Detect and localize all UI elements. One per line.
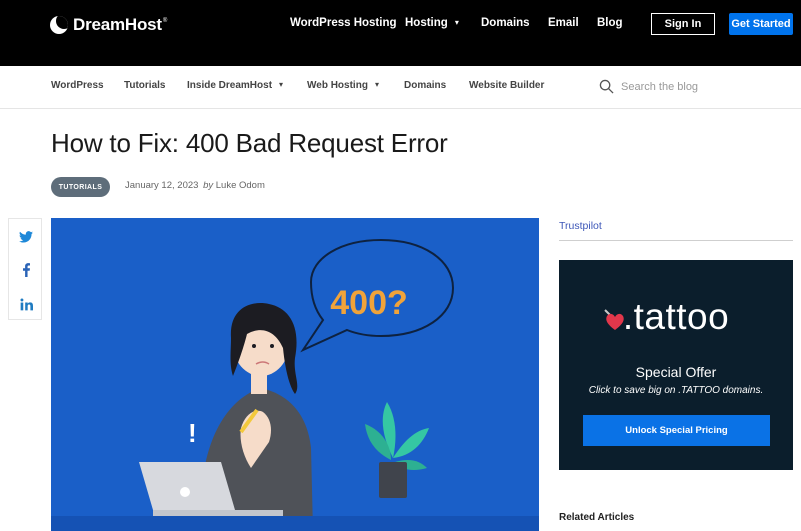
subnav-inside-dreamhost-label: Inside DreamHost	[187, 80, 273, 91]
category-badge[interactable]: TUTORIALS	[51, 177, 110, 197]
subnav-website-builder[interactable]: Website Builder	[469, 80, 544, 91]
related-articles-heading: Related Articles	[559, 512, 635, 523]
twitter-icon[interactable]	[17, 228, 35, 246]
nav-domains[interactable]: Domains	[481, 17, 530, 29]
nav-email[interactable]: Email	[548, 17, 579, 29]
dreamhost-moon-icon	[50, 16, 68, 34]
nav-hosting[interactable]: Hosting ▾	[405, 17, 459, 29]
nav-blog[interactable]: Blog	[597, 17, 623, 29]
subnav-domains[interactable]: Domains	[404, 80, 446, 91]
subnav-web-hosting-label: Web Hosting	[307, 80, 368, 91]
bubble-400-text: 400?	[330, 284, 408, 322]
dreamhost-logo[interactable]: DreamHost ®	[50, 14, 167, 36]
nav-hosting-label: Hosting	[405, 17, 448, 29]
subnav-tutorials[interactable]: Tutorials	[124, 80, 165, 91]
search-input[interactable]	[621, 76, 791, 98]
article-date: January 12, 2023	[125, 180, 199, 191]
article-author[interactable]: Luke Odom	[216, 180, 265, 191]
page-title: How to Fix: 400 Bad Request Error	[51, 128, 448, 158]
share-bar	[8, 218, 42, 320]
blog-subnav: WordPress Tutorials Inside DreamHost ▾ We…	[0, 66, 801, 109]
ad-offer-title: Special Offer	[635, 364, 717, 380]
confused-woman-illustration: 400? !	[51, 238, 539, 531]
logo-trademark: ®	[162, 18, 168, 24]
facebook-icon[interactable]	[17, 261, 35, 279]
chevron-down-icon: ▾	[279, 80, 284, 89]
linkedin-icon[interactable]	[17, 295, 35, 313]
ad-offer-subtitle: Click to save big on .TATTOO domains.	[588, 385, 764, 396]
trustpilot-link[interactable]: Trustpilot	[559, 220, 602, 232]
divider	[559, 240, 793, 241]
by-label: by	[203, 180, 214, 191]
get-started-button[interactable]: Get Started	[729, 13, 793, 35]
top-header: DreamHost ® WordPress Hosting Hosting ▾ D…	[0, 0, 801, 66]
hero-illustration: 400? !	[51, 218, 539, 531]
tattoo-ad[interactable]: .tattoo Special Offer Click to save big …	[559, 260, 793, 470]
subnav-wordpress[interactable]: WordPress	[51, 80, 104, 91]
sign-in-button[interactable]: Sign In	[651, 13, 715, 35]
nav-wordpress-hosting[interactable]: WordPress Hosting	[290, 17, 397, 29]
subnav-inside-dreamhost[interactable]: Inside DreamHost ▾	[187, 80, 283, 91]
unlock-pricing-button[interactable]: Unlock Special Pricing	[583, 415, 770, 446]
search-icon[interactable]	[599, 79, 614, 94]
subnav-web-hosting[interactable]: Web Hosting ▾	[307, 80, 379, 91]
ad-brand: .tattoo	[622, 296, 730, 337]
hero-exclaim-text: !	[188, 418, 197, 448]
logo-text: DreamHost	[73, 15, 162, 34]
chevron-down-icon: ▾	[374, 80, 379, 89]
chevron-down-icon: ▾	[454, 18, 459, 27]
article-meta: January 12, 2023 by Luke Odom	[125, 180, 265, 191]
